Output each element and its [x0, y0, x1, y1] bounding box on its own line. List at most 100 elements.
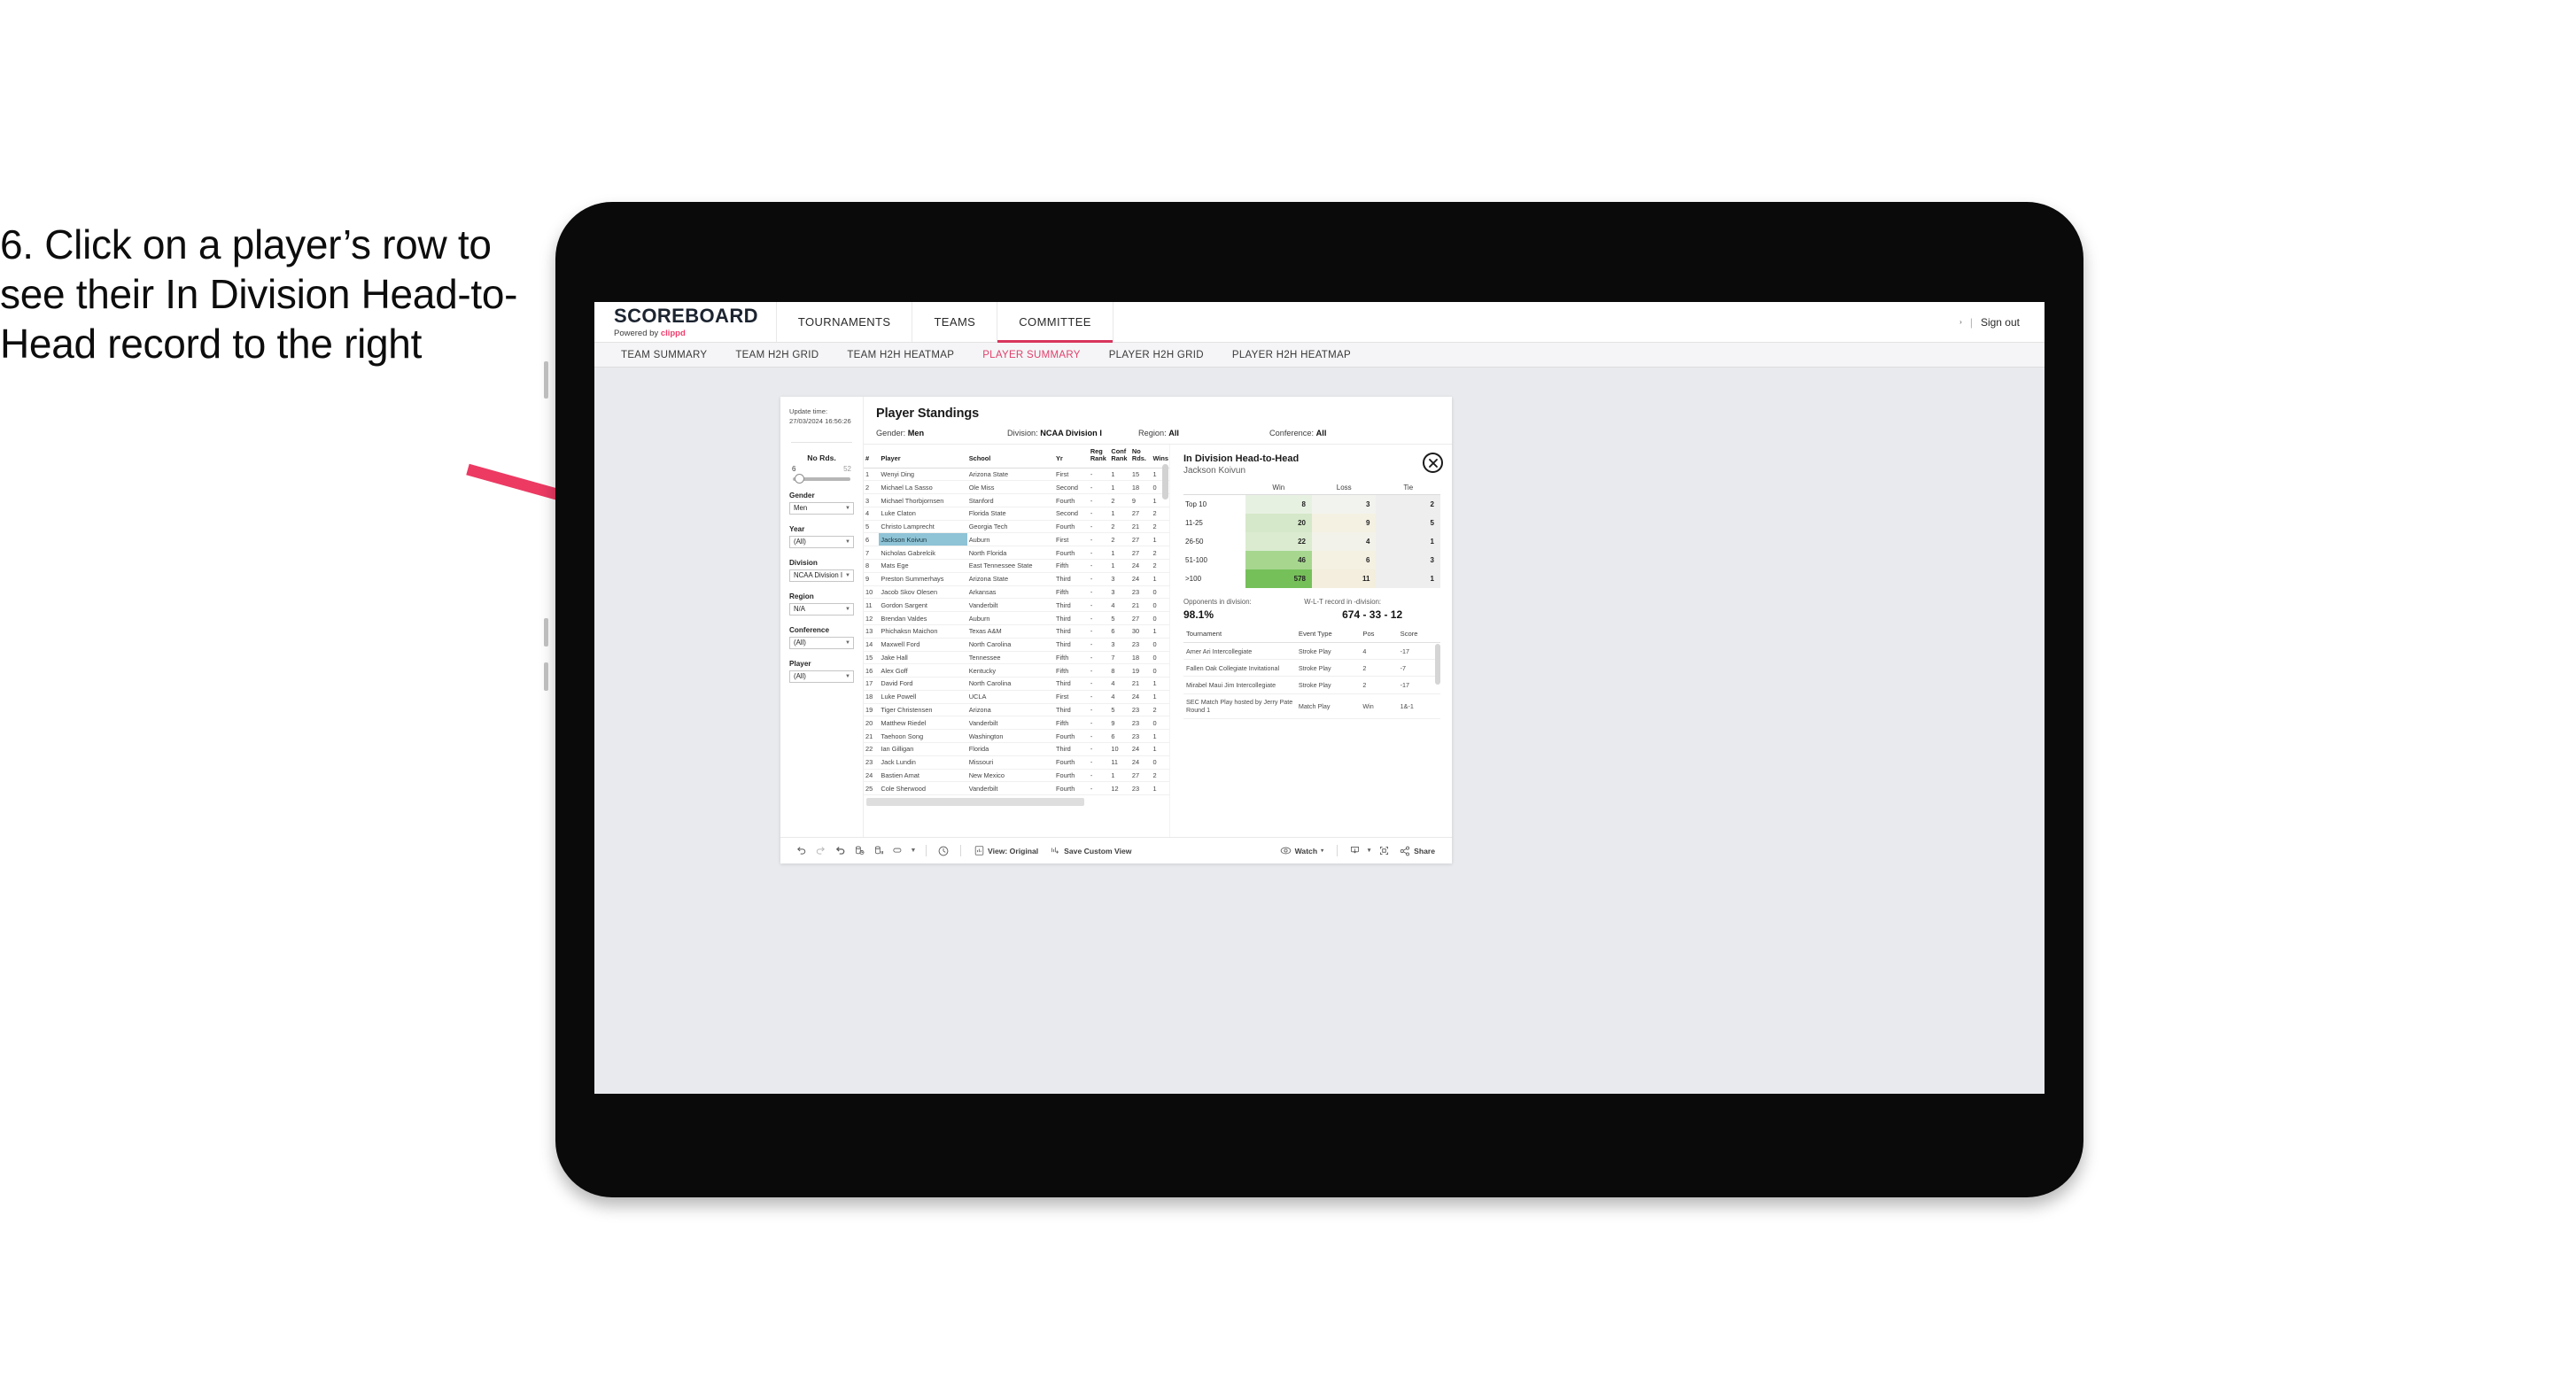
cell-player: Alex Goff [879, 663, 967, 678]
filter-year-select[interactable]: (All) ▼ [789, 535, 854, 548]
tab-player-h2h-grid[interactable]: PLAYER H2H GRID [1095, 350, 1218, 360]
table-row[interactable]: 18 Luke Powell UCLA First -4 24 1 [864, 690, 1169, 704]
brand-sub-prefix: Powered by [614, 328, 661, 338]
cell-yr: Third [1053, 677, 1089, 691]
table-row[interactable]: 17 David Ford North Carolina Third -4 21 1 [864, 677, 1169, 691]
table-row[interactable]: 9 Preston Summerhays Arizona State Third -3 2… [864, 572, 1169, 586]
watch-button[interactable]: Watch ▾ [1274, 846, 1330, 856]
filter-player: Player (All) ▼ [789, 660, 854, 683]
nav-item-teams[interactable]: TEAMS [912, 302, 998, 342]
table-row[interactable]: 8 Mats Ege East Tennessee State Fifth -1 24 2 [864, 559, 1169, 573]
tab-team-h2h-grid[interactable]: TEAM H2H GRID [721, 350, 833, 360]
content-panes: # Player School Yr Reg Rank Conf Rank No… [864, 444, 1452, 837]
cell-no-rds: 24 [1129, 742, 1152, 756]
filter-conference-select[interactable]: (All) ▼ [789, 636, 854, 649]
col-yr[interactable]: Yr [1053, 445, 1089, 468]
nav-item-tournaments[interactable]: TOURNAMENTS [777, 302, 913, 342]
table-row[interactable]: 23 Jack Lundin Missouri Fourth -11 24 0 [864, 755, 1169, 770]
cell-school: Arkansas [966, 585, 1054, 600]
tournament-row[interactable]: Amer Ari Intercollegiate Stroke Play 4 -17 [1183, 642, 1440, 661]
col-rank[interactable]: # [864, 445, 880, 468]
view-original-button[interactable]: View: Original [968, 846, 1044, 856]
table-horizontal-scrollbar[interactable] [866, 798, 1084, 807]
download-icon[interactable] [1345, 841, 1364, 861]
save-custom-view-button[interactable]: Save Custom View [1044, 846, 1137, 856]
tab-team-summary[interactable]: TEAM SUMMARY [607, 350, 721, 360]
power-button[interactable] [544, 361, 548, 399]
pause-data-icon[interactable] [869, 841, 888, 861]
table-row[interactable]: 5 Christo Lamprecht Georgia Tech Fourth -2 21… [864, 520, 1169, 534]
col-school[interactable]: School [966, 445, 1054, 468]
tab-player-h2h-heatmap[interactable]: PLAYER H2H HEATMAP [1218, 350, 1365, 360]
cell-wins: 1 [1151, 624, 1169, 639]
table-row[interactable]: 6 Jackson Koivun Auburn First -2 27 1 [864, 532, 1169, 547]
cell-yr: Third [1053, 572, 1089, 586]
close-circle-icon[interactable] [1423, 453, 1443, 473]
table-row[interactable]: 2 Michael La Sasso Ole Miss Second -1 18 0 [864, 480, 1169, 495]
table-row[interactable]: 11 Gordon Sargent Vanderbilt Third -4 21 0 [864, 598, 1169, 613]
table-row[interactable]: 12 Brendan Valdes Auburn Third -5 27 0 [864, 611, 1169, 625]
instruction-annotation: 6. Click on a player’s row to see their … [0, 221, 518, 368]
filter-division-select[interactable]: NCAA Division I ▼ [789, 569, 854, 582]
table-row[interactable]: 14 Maxwell Ford North Carolina Third -3 23 0 [864, 638, 1169, 652]
table-row[interactable]: 7 Nicholas Gabrelcik North Florida Fourth -1… [864, 546, 1169, 561]
refresh-data-icon[interactable] [850, 841, 869, 861]
chevron-down-icon[interactable]: ▼ [908, 841, 919, 861]
filter-region-select[interactable]: N/A ▼ [789, 602, 854, 616]
col-player[interactable]: Player [879, 445, 967, 468]
pause-auto-update-icon[interactable] [934, 841, 953, 861]
redo-icon[interactable] [811, 841, 830, 861]
cell-yr: Fifth [1053, 651, 1089, 665]
nav-item-committee[interactable]: COMMITTEE [997, 302, 1113, 343]
tournament-row[interactable]: Fallen Oak Collegiate Invitational Stroke… [1183, 659, 1440, 678]
col-conf-rank[interactable]: Conf Rank [1109, 445, 1130, 468]
table-row[interactable]: 22 Ian Gilligan Florida Third -10 24 1 [864, 742, 1169, 756]
h2h-col-win: Win [1245, 484, 1312, 495]
table-row[interactable]: 25 Cole Sherwood Vanderbilt Fourth -12 23 1 [864, 781, 1169, 796]
table-row[interactable]: 20 Matthew Riedel Vanderbilt Fifth -9 23 0 [864, 716, 1169, 731]
tab-team-h2h-heatmap[interactable]: TEAM H2H HEATMAP [833, 350, 968, 360]
table-row[interactable]: 3 Michael Thorbjornsen Stanford Fourth -2 9 1 [864, 493, 1169, 507]
col-no-rds[interactable]: No Rds. [1129, 445, 1152, 468]
cell-tournament-name: SEC Match Play hosted by Jerry Pate Roun… [1183, 693, 1296, 720]
volume-down-button[interactable] [544, 662, 548, 691]
table-row[interactable]: 10 Jacob Skov Olesen Arkansas Fifth -3 23 0 [864, 585, 1169, 600]
tab-player-summary[interactable]: PLAYER SUMMARY [968, 350, 1095, 360]
table-row[interactable]: 19 Tiger Christensen Arizona Third -5 23 2 [864, 703, 1169, 717]
cell-reg-rank: - [1088, 781, 1110, 796]
no-rds-slider-handle[interactable] [795, 474, 804, 484]
sign-out-link[interactable]: Sign out [1981, 316, 2020, 329]
filter-gender-select[interactable]: Men ▼ [789, 501, 854, 515]
filter-gender-label: Gender [789, 491, 815, 499]
tournament-row[interactable]: Mirabel Maui Jim Intercollegiate Stroke P… [1183, 676, 1440, 694]
highlight-icon[interactable] [888, 841, 908, 861]
volume-up-button[interactable] [544, 618, 548, 647]
fullscreen-icon[interactable] [1374, 841, 1393, 861]
cell-no-rds: 23 [1129, 703, 1152, 717]
table-row[interactable]: 21 Taehoon Song Washington Fourth -6 23 1 [864, 729, 1169, 743]
revert-icon[interactable] [830, 841, 850, 861]
chevron-down-icon[interactable]: ▼ [1364, 841, 1374, 861]
table-row[interactable]: 4 Luke Claton Florida State Second -1 27 2 [864, 507, 1169, 521]
cell-yr: First [1053, 532, 1089, 547]
table-row[interactable]: 15 Jake Hall Tennessee Fifth -7 18 0 [864, 651, 1169, 665]
undo-icon[interactable] [791, 841, 811, 861]
tournament-scrollbar[interactable] [1435, 644, 1440, 685]
table-row[interactable]: 13 Phichaksn Maichon Texas A&M Third -6 30 1 [864, 624, 1169, 639]
share-button[interactable]: Share [1393, 846, 1441, 856]
cell-conf-rank: 11 [1109, 755, 1130, 770]
no-rds-slider[interactable] [793, 474, 850, 484]
filter-player-select[interactable]: (All) ▼ [789, 670, 854, 683]
table-row[interactable]: 1 Wenyi Ding Arizona State First -1 15 1 [864, 468, 1169, 482]
table-row[interactable]: 16 Alex Goff Kentucky Fifth -8 19 0 [864, 663, 1169, 678]
user-chevron-icon[interactable]: › [1959, 318, 1962, 326]
table-vertical-scrollbar[interactable] [1162, 464, 1168, 499]
tournament-row[interactable]: SEC Match Play hosted by Jerry Pate Roun… [1183, 693, 1440, 720]
h2h-tie-cell: 3 [1376, 551, 1440, 569]
toolbar-divider-3 [1337, 845, 1338, 856]
cell-event-type: Stroke Play [1295, 676, 1361, 694]
brand-logo[interactable]: SCOREBOARD Powered by clippd [594, 302, 777, 342]
cell-score: -17 [1397, 676, 1440, 694]
col-reg-rank[interactable]: Reg Rank [1088, 445, 1110, 468]
table-row[interactable]: 24 Bastien Amat New Mexico Fourth -1 27 2 [864, 769, 1169, 783]
